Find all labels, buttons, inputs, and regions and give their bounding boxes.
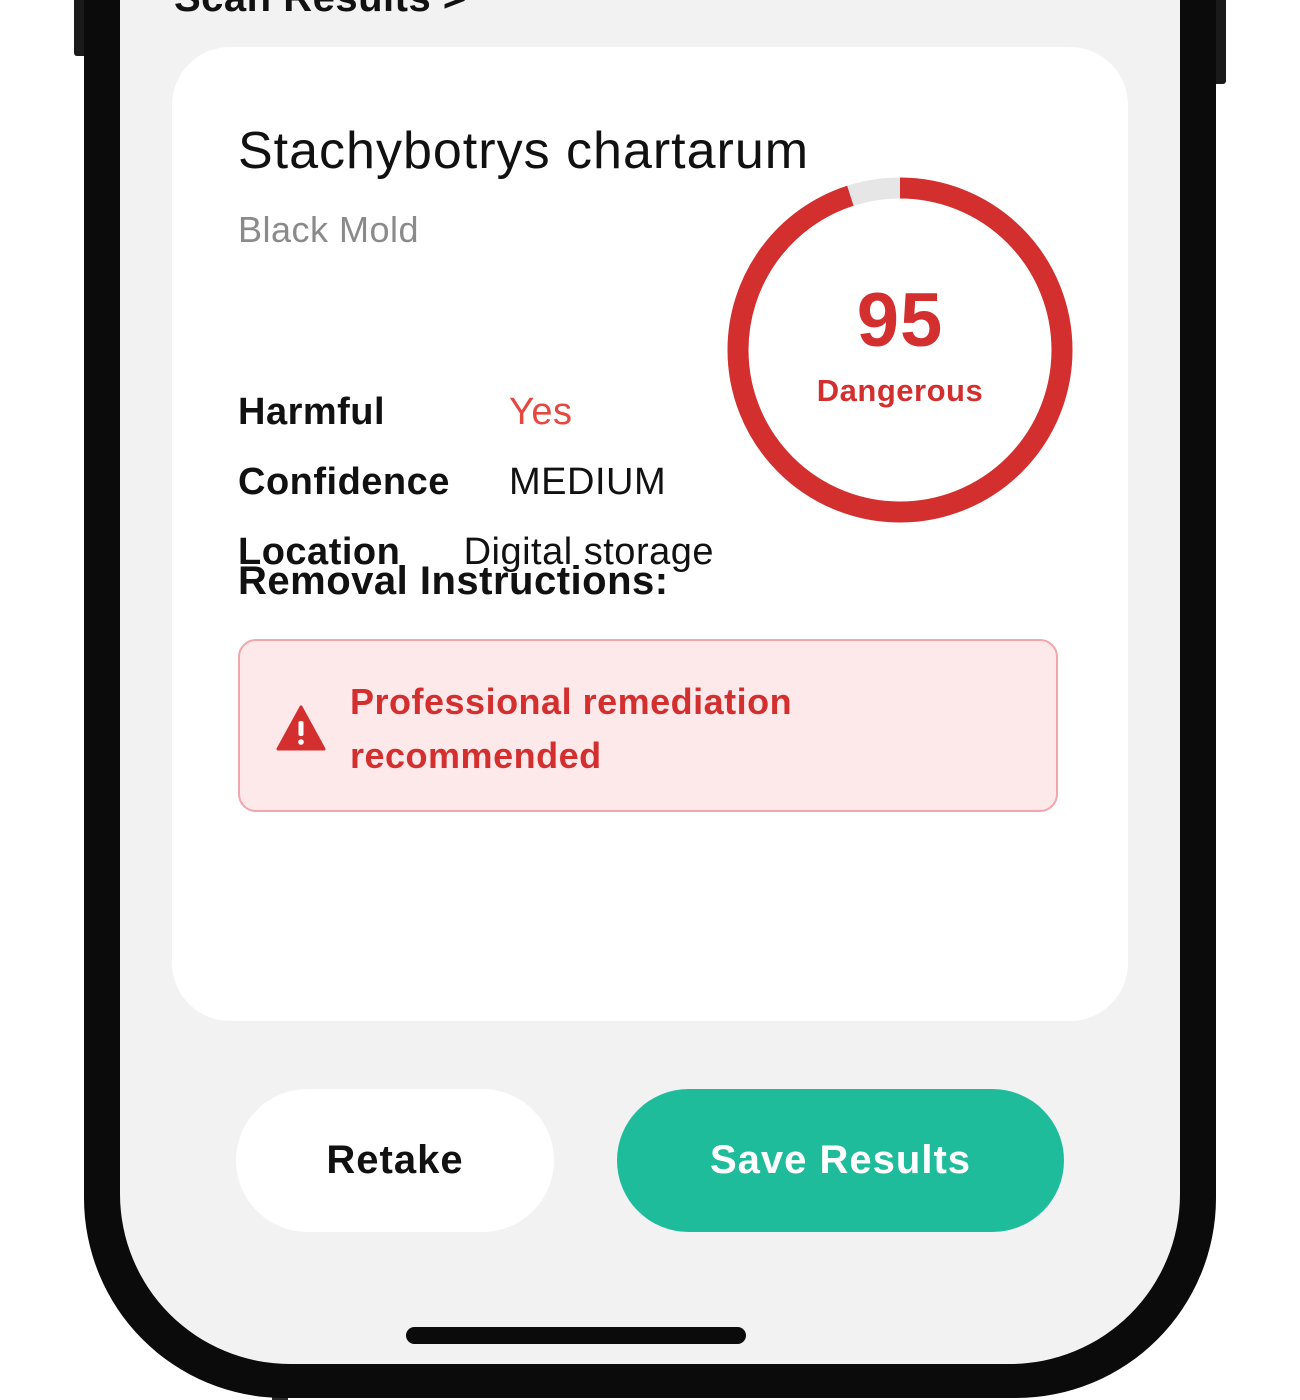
species-name: Stachybotrys chartarum xyxy=(238,122,810,180)
device-frame: Scan Results > Stachybotrys chartarum Bl… xyxy=(0,0,1300,1400)
detail-label: Confidence xyxy=(238,460,450,503)
common-name: Black Mold xyxy=(238,209,420,250)
danger-score-label: Dangerous xyxy=(816,373,984,408)
detail-row-harmful: Harmful Yes xyxy=(238,377,714,447)
harmful-value: Yes xyxy=(509,390,573,433)
warning-triangle-icon xyxy=(276,705,326,751)
section-heading[interactable]: Scan Results > xyxy=(174,0,467,21)
danger-score-gauge: 95 Dangerous xyxy=(727,177,1073,523)
details-list: Harmful Yes Confidence MEDIUM Location D… xyxy=(238,377,714,587)
remediation-alert-text: Professional remediation recommended xyxy=(350,681,793,776)
result-card: Stachybotrys chartarum Black Mold Harmfu… xyxy=(172,47,1128,1021)
app-screen: Scan Results > Stachybotrys chartarum Bl… xyxy=(120,0,1180,1364)
detail-label: Harmful xyxy=(238,390,386,433)
confidence-value: MEDIUM xyxy=(509,460,667,503)
save-results-button[interactable]: Save Results xyxy=(617,1089,1064,1232)
remediation-alert: Professional remediation recommended xyxy=(238,639,1058,812)
removal-instructions-title: Removal Instructions: xyxy=(238,559,669,603)
home-indicator[interactable] xyxy=(406,1327,746,1344)
danger-score-value: 95 xyxy=(856,278,944,363)
detail-row-confidence: Confidence MEDIUM xyxy=(238,447,714,517)
retake-button[interactable]: Retake xyxy=(236,1089,554,1232)
